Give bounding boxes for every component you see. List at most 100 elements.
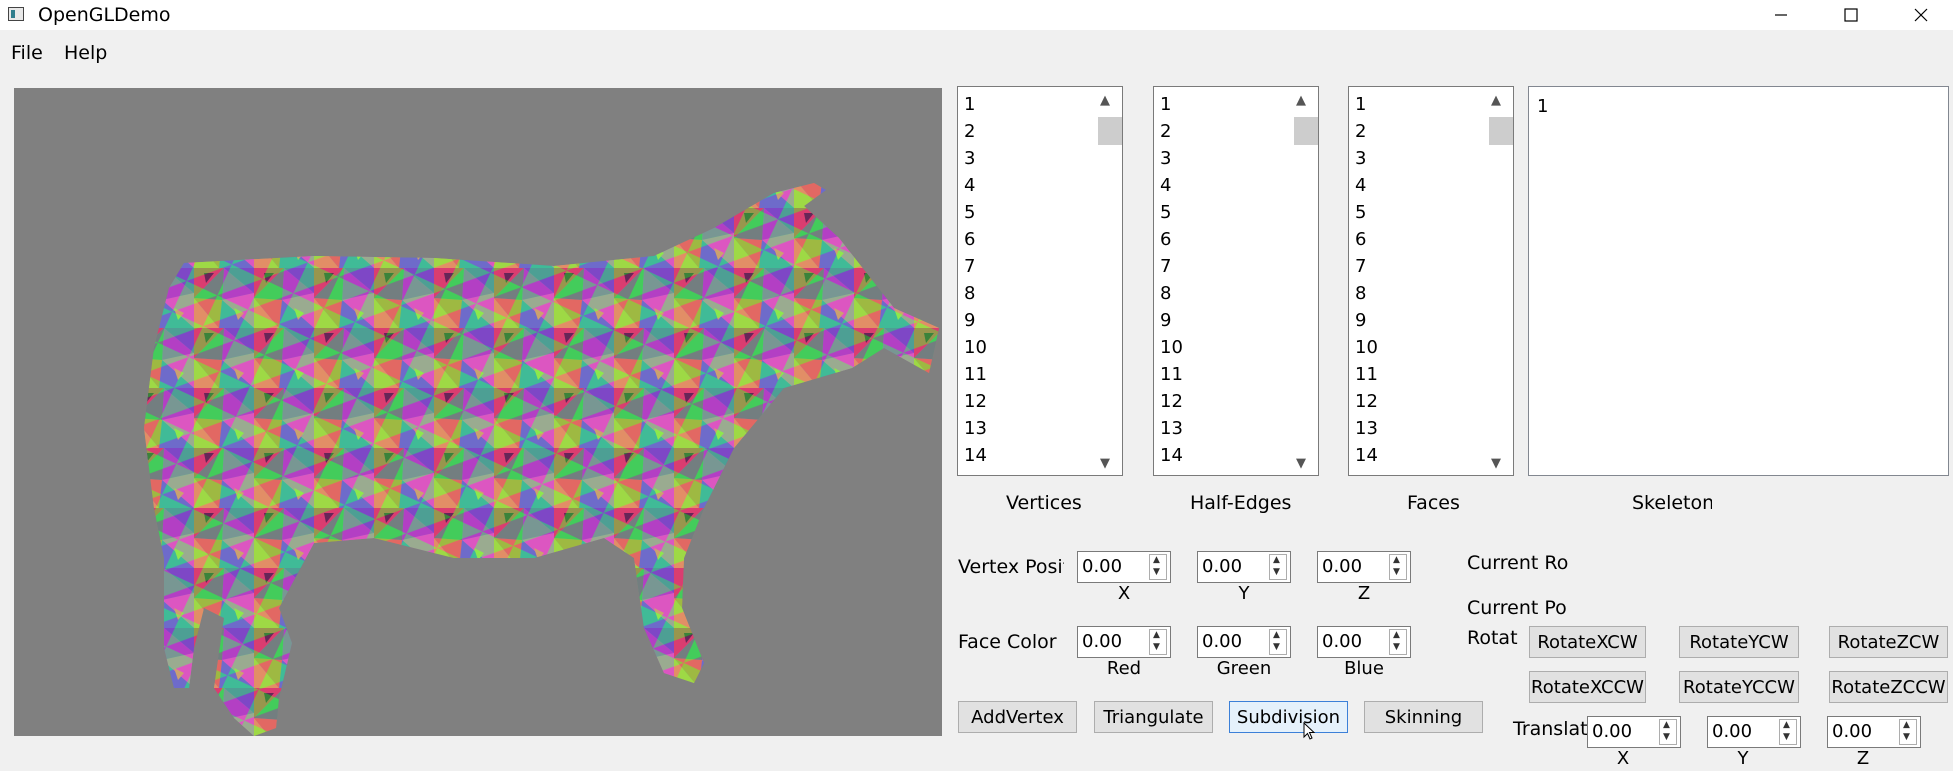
scroll-down-icon[interactable]: ▼ bbox=[1491, 456, 1501, 471]
vertex-z-label: Z bbox=[1357, 583, 1371, 604]
spin-up-icon[interactable]: ▲ bbox=[1903, 720, 1910, 730]
spin-down-icon[interactable]: ▼ bbox=[1783, 732, 1790, 742]
spin-up-icon[interactable]: ▲ bbox=[1153, 630, 1160, 640]
vertical-scrollbar[interactable]: ▲ ▼ bbox=[1487, 87, 1513, 475]
translate-z-label: Z bbox=[1856, 748, 1870, 769]
rotate-z-ccw-button[interactable]: RotateZCCW bbox=[1829, 671, 1948, 703]
scroll-down-icon[interactable]: ▼ bbox=[1100, 456, 1110, 471]
close-icon bbox=[1914, 8, 1928, 22]
face-green-spinbox[interactable]: 0.00 ▲ ▼ bbox=[1197, 626, 1291, 658]
current-rotation-label: Current Ro bbox=[1467, 552, 1569, 574]
skinning-button[interactable]: Skinning bbox=[1364, 701, 1483, 733]
spinbox-value[interactable]: 0.00 bbox=[1202, 631, 1242, 652]
translate-x-spinbox[interactable]: 0.00 ▲ ▼ bbox=[1587, 716, 1681, 748]
spinbox-buttons[interactable]: ▲ ▼ bbox=[1389, 629, 1407, 655]
spin-up-icon[interactable]: ▲ bbox=[1273, 555, 1280, 565]
scroll-thumb[interactable] bbox=[1098, 117, 1122, 145]
translate-y-spinbox[interactable]: 0.00 ▲ ▼ bbox=[1707, 716, 1801, 748]
current-position-label: Current Po bbox=[1467, 597, 1567, 619]
menu-file[interactable]: File bbox=[8, 42, 46, 64]
scroll-thumb[interactable] bbox=[1489, 117, 1513, 145]
spinbox-value[interactable]: 0.00 bbox=[1592, 721, 1632, 742]
vertical-scrollbar[interactable]: ▲ ▼ bbox=[1096, 87, 1122, 475]
spin-up-icon[interactable]: ▲ bbox=[1783, 720, 1790, 730]
opengl-viewport[interactable] bbox=[14, 88, 942, 736]
rotate-y-ccw-button[interactable]: RotateYCCW bbox=[1679, 671, 1799, 703]
spinbox-value[interactable]: 0.00 bbox=[1832, 721, 1872, 742]
half-edges-caption: Half-Edges bbox=[1190, 492, 1292, 514]
title-bar: OpenGLDemo bbox=[0, 0, 1953, 30]
spinbox-value[interactable]: 0.00 bbox=[1322, 631, 1362, 652]
vertex-y-spinbox[interactable]: 0.00 ▲ ▼ bbox=[1197, 551, 1291, 583]
spin-down-icon[interactable]: ▼ bbox=[1663, 732, 1670, 742]
cow-mesh-render bbox=[144, 183, 939, 736]
add-vertex-button[interactable]: AddVertex bbox=[958, 701, 1077, 733]
close-button[interactable] bbox=[1886, 0, 1953, 30]
vertex-y-label: Y bbox=[1238, 583, 1250, 604]
spinbox-value[interactable]: 0.00 bbox=[1082, 556, 1122, 577]
spinbox-buttons[interactable]: ▲ ▼ bbox=[1899, 719, 1917, 745]
maximize-icon bbox=[1844, 8, 1858, 22]
scroll-thumb[interactable] bbox=[1294, 117, 1318, 145]
translate-x-label: X bbox=[1616, 748, 1630, 769]
spinbox-buttons[interactable]: ▲ ▼ bbox=[1269, 629, 1287, 655]
vertex-position-label: Vertex Positi bbox=[958, 556, 1064, 578]
menu-bar: File Help bbox=[0, 38, 1953, 72]
rotate-x-cw-button[interactable]: RotateXCW bbox=[1529, 626, 1646, 658]
vertex-z-spinbox[interactable]: 0.00 ▲ ▼ bbox=[1317, 551, 1411, 583]
face-green-label: Green bbox=[1216, 658, 1272, 679]
menu-help[interactable]: Help bbox=[61, 42, 110, 64]
spin-down-icon[interactable]: ▼ bbox=[1273, 567, 1280, 577]
spinbox-value[interactable]: 0.00 bbox=[1082, 631, 1122, 652]
minimize-button[interactable] bbox=[1746, 0, 1816, 30]
spin-up-icon[interactable]: ▲ bbox=[1153, 555, 1160, 565]
spinbox-buttons[interactable]: ▲ ▼ bbox=[1779, 719, 1797, 745]
triangulate-button[interactable]: Triangulate bbox=[1094, 701, 1213, 733]
mouse-cursor-icon bbox=[1303, 722, 1315, 740]
spin-down-icon[interactable]: ▼ bbox=[1903, 732, 1910, 742]
spinbox-value[interactable]: 0.00 bbox=[1322, 556, 1362, 577]
rotate-x-ccw-button[interactable]: RotateXCCW bbox=[1529, 671, 1646, 703]
skeletons-tree[interactable]: 1 bbox=[1528, 86, 1949, 476]
scroll-up-icon[interactable]: ▲ bbox=[1296, 93, 1306, 108]
face-blue-label: Blue bbox=[1344, 658, 1384, 679]
rotate-z-cw-button[interactable]: RotateZCW bbox=[1829, 626, 1948, 658]
half-edges-list[interactable]: 1 2 3 4 5 6 7 8 9 10 11 12 13 14 ▲ ▼ bbox=[1153, 86, 1319, 476]
spin-down-icon[interactable]: ▼ bbox=[1393, 642, 1400, 652]
face-blue-spinbox[interactable]: 0.00 ▲ ▼ bbox=[1317, 626, 1411, 658]
skeletons-caption: Skeleton: bbox=[1632, 492, 1712, 514]
spin-down-icon[interactable]: ▼ bbox=[1393, 567, 1400, 577]
faces-caption: Faces bbox=[1407, 492, 1460, 514]
spin-up-icon[interactable]: ▲ bbox=[1393, 555, 1400, 565]
face-red-label: Red bbox=[1106, 658, 1142, 679]
translate-y-label: Y bbox=[1737, 748, 1749, 769]
spinbox-buttons[interactable]: ▲ ▼ bbox=[1149, 554, 1167, 580]
spinbox-value[interactable]: 0.00 bbox=[1712, 721, 1752, 742]
tree-item[interactable]: 1 bbox=[1537, 93, 1948, 120]
faces-list[interactable]: 1 2 3 4 5 6 7 8 9 10 11 12 13 14 ▲ ▼ bbox=[1348, 86, 1514, 476]
spinbox-buttons[interactable]: ▲ ▼ bbox=[1269, 554, 1287, 580]
vertex-x-spinbox[interactable]: 0.00 ▲ ▼ bbox=[1077, 551, 1171, 583]
maximize-button[interactable] bbox=[1816, 0, 1886, 30]
spin-down-icon[interactable]: ▼ bbox=[1153, 642, 1160, 652]
minimize-icon bbox=[1775, 14, 1787, 16]
vertical-scrollbar[interactable]: ▲ ▼ bbox=[1292, 87, 1318, 475]
rotate-y-cw-button[interactable]: RotateYCW bbox=[1679, 626, 1799, 658]
spin-up-icon[interactable]: ▲ bbox=[1663, 720, 1670, 730]
spinbox-buttons[interactable]: ▲ ▼ bbox=[1149, 629, 1167, 655]
translate-z-spinbox[interactable]: 0.00 ▲ ▼ bbox=[1827, 716, 1921, 748]
spin-up-icon[interactable]: ▲ bbox=[1273, 630, 1280, 640]
spin-up-icon[interactable]: ▲ bbox=[1393, 630, 1400, 640]
scroll-down-icon[interactable]: ▼ bbox=[1296, 456, 1306, 471]
subdivision-button[interactable]: Subdivision bbox=[1229, 701, 1348, 733]
scroll-up-icon[interactable]: ▲ bbox=[1100, 93, 1110, 108]
scroll-up-icon[interactable]: ▲ bbox=[1491, 93, 1501, 108]
vertices-caption: Vertices bbox=[1006, 492, 1082, 514]
spin-down-icon[interactable]: ▼ bbox=[1273, 642, 1280, 652]
spinbox-buttons[interactable]: ▲ ▼ bbox=[1659, 719, 1677, 745]
spin-down-icon[interactable]: ▼ bbox=[1153, 567, 1160, 577]
vertices-list[interactable]: 1 2 3 4 5 6 7 8 9 10 11 12 13 14 ▲ ▼ bbox=[957, 86, 1123, 476]
face-red-spinbox[interactable]: 0.00 ▲ ▼ bbox=[1077, 626, 1171, 658]
spinbox-value[interactable]: 0.00 bbox=[1202, 556, 1242, 577]
spinbox-buttons[interactable]: ▲ ▼ bbox=[1389, 554, 1407, 580]
